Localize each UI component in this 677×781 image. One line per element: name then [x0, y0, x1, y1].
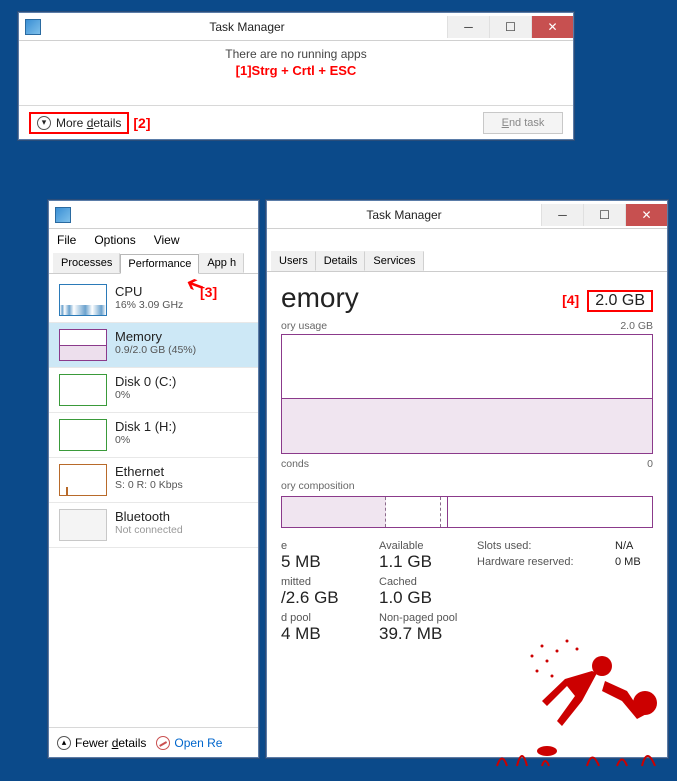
disk0-sub: 0% [115, 389, 176, 401]
total-memory-value: 2.0 GB [587, 290, 653, 312]
task-manager-side-window: File Options View Processes Performance … [48, 200, 259, 758]
end-task-button[interactable]: End task [483, 112, 563, 134]
inuse-label: e [281, 540, 371, 552]
bluetooth-sub: Not connected [115, 524, 183, 536]
bluetooth-label: Bluetooth [115, 509, 183, 524]
hw-reserved-label: Hardware reserved: [477, 556, 607, 568]
paged-pool-value: 4 MB [281, 624, 371, 644]
paged-pool-label: d pool [281, 612, 371, 624]
open-rm-label: Open Re [174, 736, 222, 750]
slots-value: N/A [615, 540, 653, 552]
perf-item-disk1[interactable]: Disk 1 (H:)0% [49, 413, 258, 458]
memory-stats-grid: e5 MB Available1.1 GB Slots used: Hardwar… [281, 540, 653, 644]
chart-ymax: 2.0 GB [620, 320, 653, 332]
app-icon [55, 207, 71, 223]
annotation-2: [2] [133, 115, 150, 131]
menu-view[interactable]: View [154, 233, 180, 247]
committed-label: mitted [281, 576, 371, 588]
tab-strip: Processes Performance App h [49, 251, 258, 274]
disk-sparkline-icon [59, 374, 107, 406]
menu-options[interactable]: Options [94, 233, 135, 247]
nonpaged-pool-label: Non-paged pool [379, 612, 469, 624]
app-icon [25, 19, 41, 35]
menu-file[interactable]: File [57, 233, 76, 247]
titlebar: Task Manager ─ ☐ ✕ [19, 13, 573, 41]
memory-sub: 0.9/2.0 GB (45%) [115, 344, 196, 356]
ethernet-sub: S: 0 R: 0 Kbps [115, 479, 183, 491]
perf-item-ethernet[interactable]: EthernetS: 0 R: 0 Kbps [49, 458, 258, 503]
disk1-label: Disk 1 (H:) [115, 419, 176, 434]
close-button[interactable]: ✕ [531, 16, 573, 38]
tab-details[interactable]: Details [316, 251, 366, 271]
disk-sparkline-icon [59, 419, 107, 451]
tab-performance[interactable]: Performance [120, 254, 199, 274]
more-details-button[interactable]: ▾ More details [29, 112, 129, 134]
cpu-label: CPU [115, 284, 183, 299]
tab-app-history[interactable]: App h [199, 253, 244, 273]
tab-processes[interactable]: Processes [53, 253, 120, 273]
task-manager-simple-window: Task Manager ─ ☐ ✕ There are no running … [18, 12, 574, 140]
annotation-4: [4] [562, 292, 579, 308]
usage-label: ory usage [281, 320, 327, 332]
minimize-button[interactable]: ─ [541, 204, 583, 226]
perf-item-bluetooth[interactable]: BluetoothNot connected [49, 503, 258, 548]
open-resource-monitor-link[interactable]: Open Re [156, 736, 222, 750]
disk1-sub: 0% [115, 434, 176, 446]
perf-item-cpu[interactable]: CPU16% 3.09 GHz [49, 278, 258, 323]
disk0-label: Disk 0 (C:) [115, 374, 176, 389]
committed-value: /2.6 GB [281, 588, 371, 608]
maximize-button[interactable]: ☐ [489, 16, 531, 38]
tab-users[interactable]: Users [271, 251, 316, 271]
perf-item-disk0[interactable]: Disk 0 (C:)0% [49, 368, 258, 413]
memory-label: Memory [115, 329, 196, 344]
chevron-up-icon: ▴ [57, 736, 71, 750]
maximize-button[interactable]: ☐ [583, 204, 625, 226]
available-value: 1.1 GB [379, 552, 469, 572]
chart-zero: 0 [647, 458, 653, 470]
ethernet-label: Ethernet [115, 464, 183, 479]
titlebar: Task Manager ─ ☐ ✕ [267, 201, 667, 229]
hw-reserved-value: 0 MB [615, 556, 653, 568]
no-apps-text: There are no running apps [31, 47, 561, 61]
titlebar [49, 201, 258, 229]
bluetooth-sparkline-icon [59, 509, 107, 541]
cpu-sub: 16% 3.09 GHz [115, 299, 183, 311]
composition-label: ory composition [281, 480, 653, 492]
cached-value: 1.0 GB [379, 588, 469, 608]
chart-xmax: conds [281, 458, 309, 470]
performance-list: CPU16% 3.09 GHz Memory0.9/2.0 GB (45%) D… [49, 274, 258, 552]
available-label: Available [379, 540, 469, 552]
window-title: Task Manager [267, 208, 541, 222]
slots-label: Slots used: [477, 540, 607, 552]
ethernet-sparkline-icon [59, 464, 107, 496]
cpu-sparkline-icon [59, 284, 107, 316]
close-button[interactable]: ✕ [625, 204, 667, 226]
tab-services[interactable]: Services [365, 251, 423, 271]
cached-label: Cached [379, 576, 469, 588]
fewer-details-label: Fewer details [75, 736, 146, 750]
memory-composition-bar [281, 496, 653, 528]
tab-strip: Users Details Services [267, 249, 667, 272]
more-details-label: More details [56, 116, 121, 130]
nonpaged-pool-value: 39.7 MB [379, 624, 469, 644]
menu-bar: File Options View [49, 229, 258, 251]
memory-usage-chart [281, 334, 653, 454]
annotation-1: [1]Strg + Crtl + ESC [31, 63, 561, 78]
perf-item-memory[interactable]: Memory0.9/2.0 GB (45%) [49, 323, 258, 368]
mascot-runner-icon [487, 631, 667, 771]
resource-monitor-icon [156, 736, 170, 750]
chevron-down-icon: ▾ [37, 116, 51, 130]
inuse-value: 5 MB [281, 552, 371, 572]
minimize-button[interactable]: ─ [447, 16, 489, 38]
memory-sparkline-icon [59, 329, 107, 361]
window-title: Task Manager [47, 20, 447, 34]
fewer-details-button[interactable]: ▴ Fewer details [57, 736, 146, 750]
